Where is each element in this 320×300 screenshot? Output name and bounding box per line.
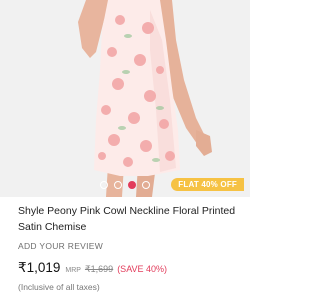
carousel-dot-3[interactable] bbox=[128, 181, 136, 189]
product-image[interactable]: FLAT 40% OFF bbox=[0, 0, 250, 197]
product-title: Shyle Peony Pink Cowl Neckline Floral Pr… bbox=[18, 205, 236, 233]
mrp-price: ₹1,699 bbox=[84, 264, 114, 274]
add-review-link[interactable]: ADD YOUR REVIEW bbox=[18, 241, 244, 251]
model-photo bbox=[78, 0, 212, 197]
carousel-dot-4[interactable] bbox=[142, 181, 150, 189]
carousel-dot-2[interactable] bbox=[114, 181, 122, 189]
price-row: ₹1,019 MRP ₹1,699 (SAVE 40%) bbox=[18, 260, 244, 276]
tax-note: (Inclusive of all taxes) bbox=[18, 282, 100, 292]
carousel-dot-1[interactable] bbox=[100, 181, 108, 189]
selling-price: ₹1,019 bbox=[18, 260, 61, 275]
product-details: Shyle Peony Pink Cowl Neckline Floral Pr… bbox=[18, 204, 244, 292]
discount-text: (SAVE 40%) bbox=[117, 264, 168, 274]
mrp-label: MRP bbox=[65, 267, 81, 274]
offer-badge: FLAT 40% OFF bbox=[171, 178, 244, 191]
